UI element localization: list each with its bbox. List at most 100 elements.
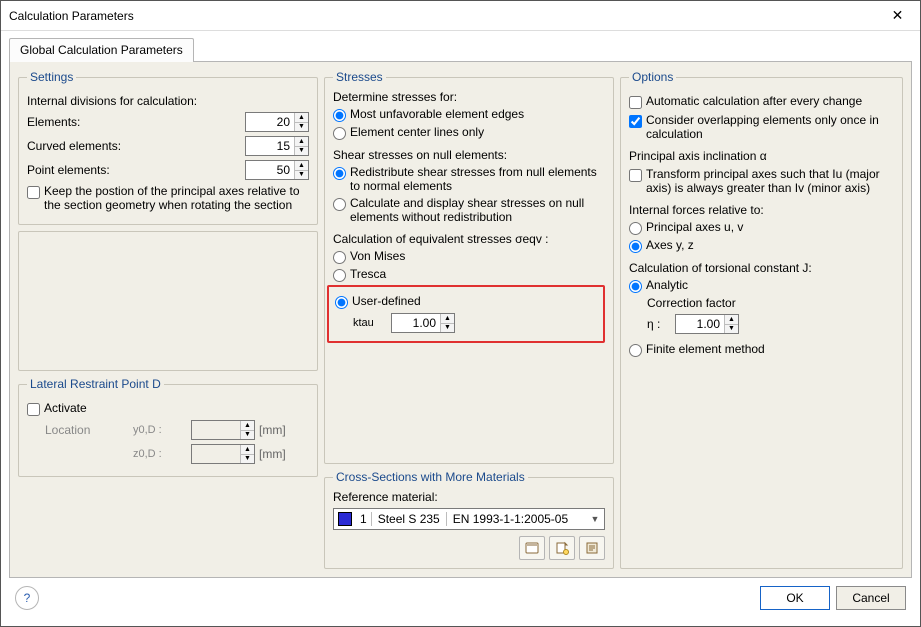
shear-heading: Shear stresses on null elements: bbox=[333, 148, 605, 162]
cross-legend: Cross-Sections with More Materials bbox=[333, 470, 528, 484]
spin-down-icon[interactable]: ▼ bbox=[441, 324, 454, 333]
auto-checkbox[interactable] bbox=[629, 96, 642, 109]
z0d-label: z0,D : bbox=[133, 448, 187, 460]
eta-input[interactable] bbox=[676, 315, 724, 333]
stresses-legend: Stresses bbox=[333, 70, 386, 84]
close-icon[interactable]: ✕ bbox=[875, 1, 920, 30]
spin-down-icon[interactable]: ▼ bbox=[295, 123, 308, 132]
curved-spinner[interactable]: ▲▼ bbox=[245, 136, 309, 156]
pai-label: Transform principal axes such that Iu (m… bbox=[646, 167, 894, 195]
activate-label: Activate bbox=[44, 401, 87, 415]
chevron-down-icon: ▼ bbox=[586, 514, 604, 524]
material-num: 1 bbox=[356, 512, 372, 526]
material-swatch-icon bbox=[338, 512, 352, 526]
elements-spinner[interactable]: ▲▼ bbox=[245, 112, 309, 132]
elements-label: Elements: bbox=[27, 115, 241, 129]
det-radio-unfav[interactable] bbox=[333, 109, 346, 122]
spin-up-icon[interactable]: ▲ bbox=[295, 113, 308, 123]
z0d-input bbox=[192, 445, 240, 463]
z0d-spinner: ▲▼ bbox=[191, 444, 255, 464]
cancel-button[interactable]: Cancel bbox=[836, 586, 906, 610]
eqv-tresca-label: Tresca bbox=[350, 267, 386, 281]
analytic-label: Analytic bbox=[646, 278, 688, 292]
rel-radio-uv[interactable] bbox=[629, 222, 642, 235]
eqv-vm-label: Von Mises bbox=[350, 249, 405, 263]
ktau-label: ktau bbox=[353, 317, 387, 329]
eqv-radio-tresca[interactable] bbox=[333, 269, 346, 282]
location-label: Location bbox=[45, 423, 129, 437]
settings-group: Settings Internal divisions for calculat… bbox=[18, 70, 318, 225]
point-input[interactable] bbox=[246, 161, 294, 179]
new-button[interactable] bbox=[549, 536, 575, 560]
rel-uv-label: Principal axes u, v bbox=[646, 220, 743, 234]
internal-div-label: Internal divisions for calculation: bbox=[27, 94, 197, 108]
point-spinner[interactable]: ▲▼ bbox=[245, 160, 309, 180]
spin-down-icon[interactable]: ▼ bbox=[295, 147, 308, 156]
elements-input[interactable] bbox=[246, 113, 294, 131]
help-button[interactable]: ? bbox=[15, 586, 39, 610]
curved-input[interactable] bbox=[246, 137, 294, 155]
spin-down-icon: ▼ bbox=[241, 455, 254, 464]
options-legend: Options bbox=[629, 70, 676, 84]
eta-label: η : bbox=[647, 317, 671, 331]
stresses-group: Stresses Determine stresses for: Most un… bbox=[324, 70, 614, 464]
determine-label: Determine stresses for: bbox=[333, 90, 605, 104]
blank-group bbox=[18, 231, 318, 371]
y0d-spinner: ▲▼ bbox=[191, 420, 255, 440]
eta-spinner[interactable]: ▲▼ bbox=[675, 314, 739, 334]
spin-up-icon: ▲ bbox=[241, 421, 254, 431]
shear-radio-calc[interactable] bbox=[333, 198, 346, 211]
fem-label: Finite element method bbox=[646, 342, 765, 356]
tors-radio-analytic[interactable] bbox=[629, 280, 642, 293]
point-label: Point elements: bbox=[27, 163, 241, 177]
overlap-label: Consider overlapping elements only once … bbox=[646, 113, 894, 141]
rel-yz-label: Axes y, z bbox=[646, 238, 694, 252]
spin-up-icon[interactable]: ▲ bbox=[441, 314, 454, 324]
y0d-input bbox=[192, 421, 240, 439]
ktau-spinner[interactable]: ▲▼ bbox=[391, 313, 455, 333]
eqv-user-label: User-defined bbox=[352, 294, 421, 308]
ktau-input[interactable] bbox=[392, 314, 440, 332]
ok-button[interactable]: OK bbox=[760, 586, 830, 610]
det-radio-center[interactable] bbox=[333, 127, 346, 140]
shear-radio-redist[interactable] bbox=[333, 167, 346, 180]
det-center-label: Element center lines only bbox=[350, 125, 484, 139]
window-title: Calculation Parameters bbox=[9, 9, 875, 23]
overlap-checkbox[interactable] bbox=[629, 115, 642, 128]
activate-checkbox[interactable] bbox=[27, 403, 40, 416]
spin-up-icon: ▲ bbox=[241, 445, 254, 455]
spin-down-icon: ▼ bbox=[241, 431, 254, 440]
cross-group: Cross-Sections with More Materials Refer… bbox=[324, 470, 614, 569]
material-dropdown[interactable]: 1 Steel S 235 EN 1993-1-1:2005-05 ▼ bbox=[333, 508, 605, 530]
lateral-legend: Lateral Restraint Point D bbox=[27, 377, 164, 391]
rel-heading: Internal forces relative to: bbox=[629, 203, 894, 217]
material-name: Steel S 235 bbox=[372, 512, 447, 526]
auto-label: Automatic calculation after every change bbox=[646, 94, 862, 108]
spin-up-icon[interactable]: ▲ bbox=[725, 315, 738, 325]
y0d-label: y0,D : bbox=[133, 424, 187, 436]
edit-button[interactable] bbox=[579, 536, 605, 560]
det-unfav-label: Most unfavorable element edges bbox=[350, 107, 524, 121]
eqv-radio-user[interactable] bbox=[335, 296, 348, 309]
user-defined-highlight: User-defined ktau ▲▼ bbox=[327, 285, 605, 343]
unit-label: [mm] bbox=[259, 447, 286, 461]
spin-up-icon[interactable]: ▲ bbox=[295, 137, 308, 147]
keep-pos-checkbox[interactable] bbox=[27, 186, 40, 199]
pai-heading: Principal axis inclination α bbox=[629, 149, 894, 163]
eqv-radio-vm[interactable] bbox=[333, 251, 346, 264]
tors-heading: Calculation of torsional constant J: bbox=[629, 261, 894, 275]
spin-down-icon[interactable]: ▼ bbox=[725, 325, 738, 334]
lateral-group: Lateral Restraint Point D Activate Locat… bbox=[18, 377, 318, 477]
tab-global[interactable]: Global Calculation Parameters bbox=[9, 38, 194, 62]
tors-radio-fem[interactable] bbox=[629, 344, 642, 357]
ref-label: Reference material: bbox=[333, 490, 605, 504]
keep-pos-label: Keep the postion of the principal axes r… bbox=[44, 184, 309, 212]
library-button[interactable] bbox=[519, 536, 545, 560]
spin-down-icon[interactable]: ▼ bbox=[295, 171, 308, 180]
material-std: EN 1993-1-1:2005-05 bbox=[447, 512, 586, 526]
spin-up-icon[interactable]: ▲ bbox=[295, 161, 308, 171]
pai-checkbox[interactable] bbox=[629, 169, 642, 182]
shear-redist-label: Redistribute shear stresses from null el… bbox=[350, 165, 605, 193]
rel-radio-yz[interactable] bbox=[629, 240, 642, 253]
options-group: Options Automatic calculation after ever… bbox=[620, 70, 903, 569]
